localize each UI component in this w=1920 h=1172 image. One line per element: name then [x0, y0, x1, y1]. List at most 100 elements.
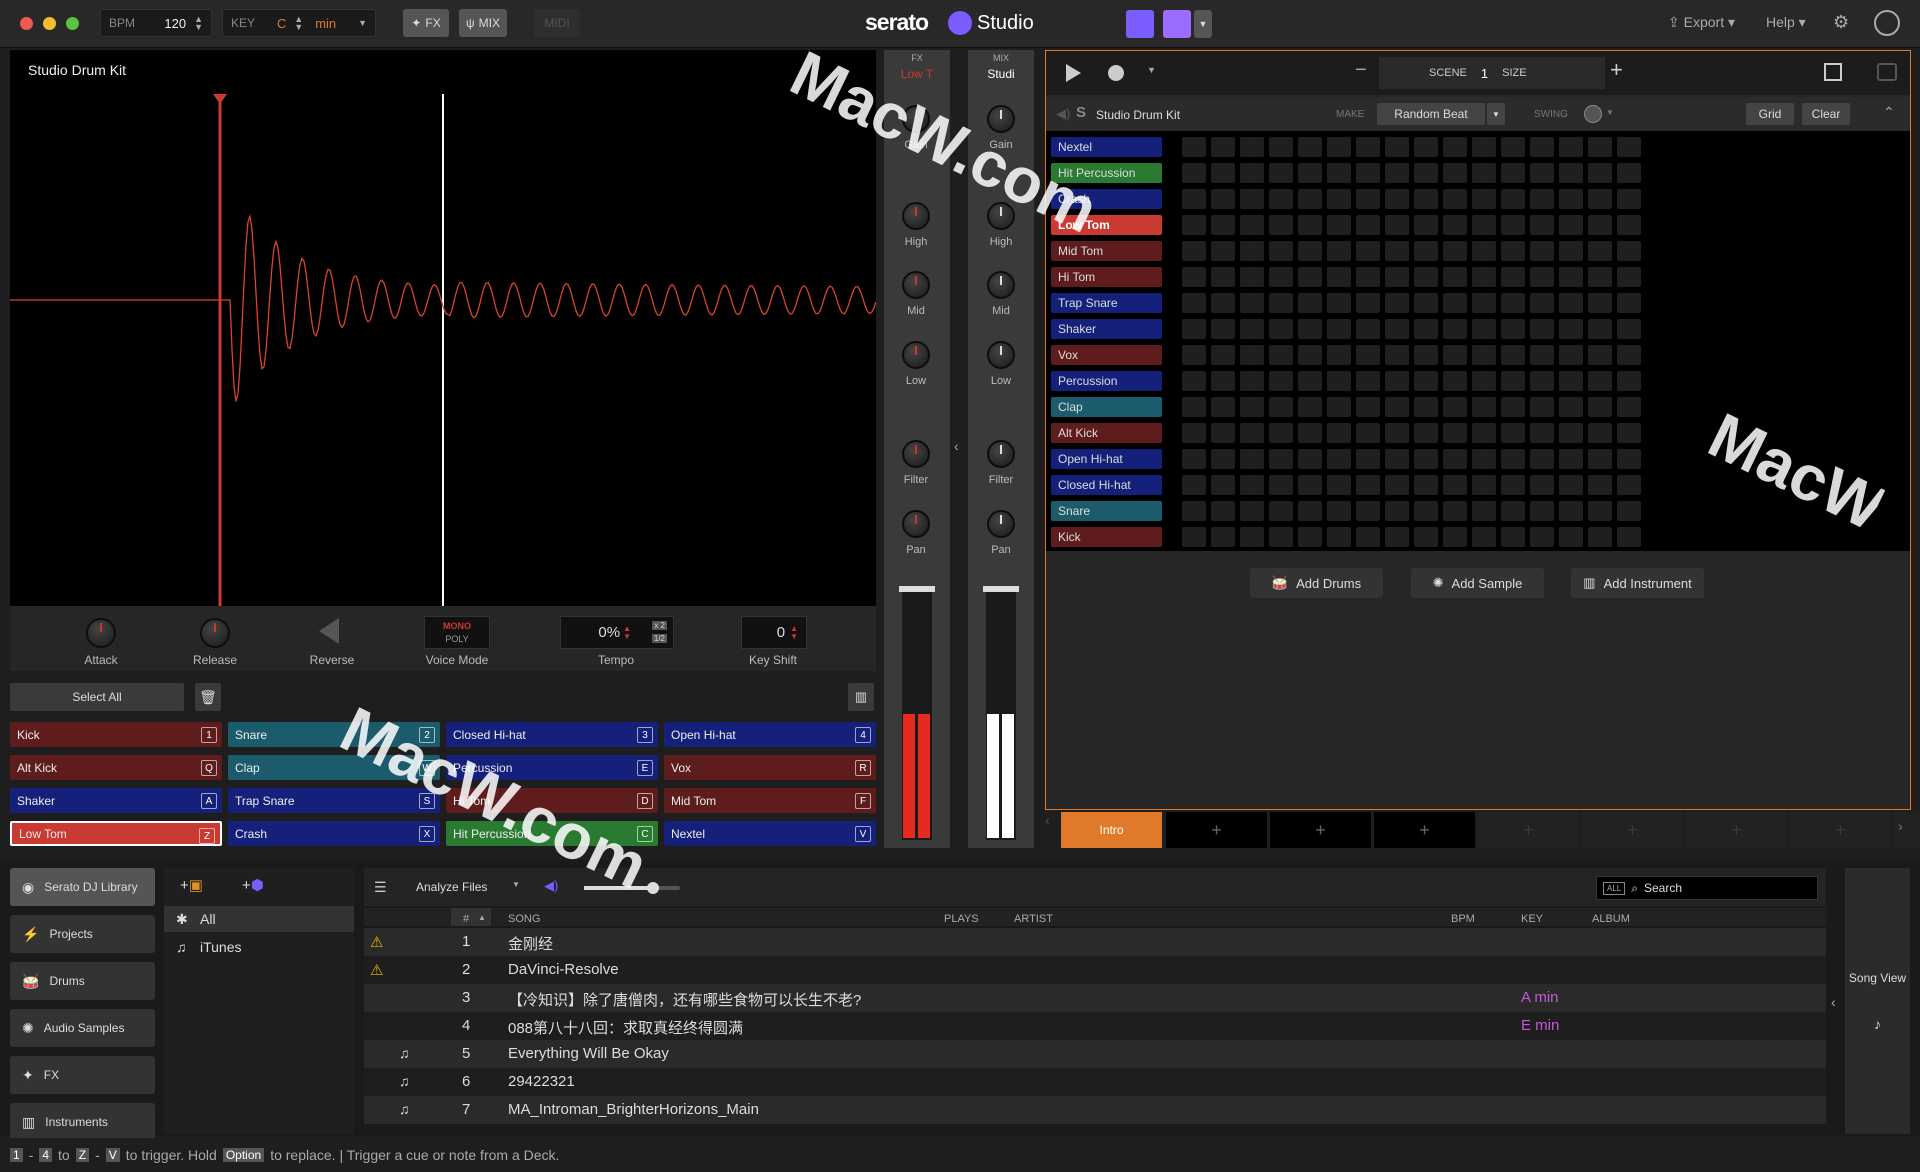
step-cell[interactable]: [1472, 319, 1496, 339]
step-cell[interactable]: [1211, 163, 1235, 183]
step-cell[interactable]: [1588, 449, 1612, 469]
step-cell[interactable]: [1356, 215, 1380, 235]
scene-add-slot[interactable]: +: [1478, 812, 1579, 848]
key-control[interactable]: KEY C ▲ ▼ min ▼: [222, 9, 376, 37]
step-cell[interactable]: [1385, 241, 1409, 261]
volume-icon[interactable]: ◀): [544, 878, 558, 894]
step-cell[interactable]: [1269, 475, 1293, 495]
pad-crash[interactable]: Crash X: [228, 821, 440, 846]
scene-scroll-right-icon[interactable]: ›: [1898, 818, 1903, 834]
speaker-icon[interactable]: ◀): [1056, 106, 1070, 122]
step-cell[interactable]: [1327, 423, 1351, 443]
scene-add-button[interactable]: +: [1610, 57, 1623, 83]
step-cell[interactable]: [1501, 215, 1525, 235]
step-cell[interactable]: [1211, 319, 1235, 339]
export-menu[interactable]: ⇪ Export ▾: [1668, 14, 1735, 31]
reverse-icon[interactable]: [319, 618, 339, 644]
step-cell[interactable]: [1443, 293, 1467, 313]
step-cell[interactable]: [1327, 527, 1351, 547]
step-cell[interactable]: [1588, 163, 1612, 183]
step-cell[interactable]: [1559, 527, 1583, 547]
step-cell[interactable]: [1414, 449, 1438, 469]
step-cell[interactable]: [1182, 163, 1206, 183]
col-plays-header[interactable]: PLAYS: [944, 913, 979, 925]
pad-mid-tom[interactable]: Mid Tom F: [664, 788, 876, 813]
table-row[interactable]: ⚠ 2 DaVinci-Resolve: [364, 956, 1826, 984]
pad-alt-kick[interactable]: Alt Kick Q: [10, 755, 222, 780]
step-cell[interactable]: [1559, 501, 1583, 521]
step-cell[interactable]: [1269, 527, 1293, 547]
step-cell[interactable]: [1240, 137, 1264, 157]
pad-kick[interactable]: Kick 1: [10, 722, 222, 747]
volume-thumb[interactable]: [647, 882, 659, 894]
step-cell[interactable]: [1414, 319, 1438, 339]
mix-pan-knob[interactable]: [987, 510, 1015, 538]
step-cell[interactable]: [1182, 319, 1206, 339]
scene-add-slot[interactable]: +: [1582, 812, 1683, 848]
step-cell[interactable]: [1588, 241, 1612, 261]
piano-keys-icon[interactable]: ▥: [848, 683, 874, 711]
step-cell[interactable]: [1240, 423, 1264, 443]
clear-button[interactable]: Clear: [1802, 103, 1850, 125]
drum-row-clap[interactable]: Clap: [1051, 397, 1162, 417]
step-cell[interactable]: [1356, 189, 1380, 209]
add-drums-button[interactable]: 🥁 Add Drums: [1250, 568, 1383, 598]
step-cell[interactable]: [1385, 137, 1409, 157]
step-cell[interactable]: [1443, 501, 1467, 521]
step-cell[interactable]: [1414, 267, 1438, 287]
col-artist-header[interactable]: ARTIST: [1014, 913, 1053, 925]
add-instrument-button[interactable]: ▥ Add Instrument: [1571, 568, 1704, 598]
drum-row-vox[interactable]: Vox: [1051, 345, 1162, 365]
step-cell[interactable]: [1327, 293, 1351, 313]
sort-asc-icon[interactable]: ▲: [478, 913, 486, 922]
step-cell[interactable]: [1414, 215, 1438, 235]
pad-low-tom[interactable]: Low Tom Z: [10, 821, 222, 846]
scene-add-slot[interactable]: +: [1686, 812, 1787, 848]
step-cell[interactable]: [1327, 189, 1351, 209]
bpm-stepper-icon[interactable]: ▲ ▼: [194, 15, 203, 32]
step-cell[interactable]: [1240, 371, 1264, 391]
chevron-down-icon[interactable]: ▼: [358, 18, 367, 28]
step-cell[interactable]: [1298, 293, 1322, 313]
search-box[interactable]: ALL ⌕ Search: [1596, 876, 1818, 900]
step-cell[interactable]: [1501, 475, 1525, 495]
col-num-header[interactable]: #: [463, 913, 469, 925]
step-cell[interactable]: [1298, 319, 1322, 339]
deck-low-knob[interactable]: [902, 341, 930, 369]
step-cell[interactable]: [1617, 345, 1641, 365]
step-cell[interactable]: [1385, 371, 1409, 391]
search-input[interactable]: Search: [1644, 881, 1682, 895]
notes-icon[interactable]: [1126, 10, 1154, 38]
step-cell[interactable]: [1443, 371, 1467, 391]
waveform-display[interactable]: [10, 94, 876, 606]
step-cell[interactable]: [1530, 345, 1554, 365]
step-cell[interactable]: [1414, 293, 1438, 313]
step-cell[interactable]: [1559, 449, 1583, 469]
step-cell[interactable]: [1559, 241, 1583, 261]
grid-button[interactable]: Grid: [1746, 103, 1794, 125]
scene-value[interactable]: 1: [1481, 66, 1488, 81]
step-cell[interactable]: [1472, 137, 1496, 157]
deck-filter-knob[interactable]: [902, 440, 930, 468]
step-cell[interactable]: [1559, 371, 1583, 391]
step-cell[interactable]: [1298, 163, 1322, 183]
step-cell[interactable]: [1472, 241, 1496, 261]
step-cell[interactable]: [1472, 397, 1496, 417]
step-cell[interactable]: [1385, 267, 1409, 287]
step-cell[interactable]: [1211, 371, 1235, 391]
step-cell[interactable]: [1588, 137, 1612, 157]
tempo-x2-button[interactable]: x 2: [652, 621, 667, 630]
chevron-down-icon[interactable]: ▼: [512, 880, 520, 889]
scene-decrease-button[interactable]: −: [1355, 59, 1367, 82]
step-cell[interactable]: [1501, 501, 1525, 521]
step-cell[interactable]: [1472, 475, 1496, 495]
step-cell[interactable]: [1327, 449, 1351, 469]
step-cell[interactable]: [1269, 345, 1293, 365]
step-cell[interactable]: [1356, 449, 1380, 469]
step-cell[interactable]: [1617, 319, 1641, 339]
make-random-beat-button[interactable]: Random Beat: [1377, 103, 1485, 125]
step-cell[interactable]: [1530, 449, 1554, 469]
step-cell[interactable]: [1588, 501, 1612, 521]
chevron-down-icon[interactable]: ▼: [1606, 108, 1614, 117]
step-cell[interactable]: [1617, 527, 1641, 547]
